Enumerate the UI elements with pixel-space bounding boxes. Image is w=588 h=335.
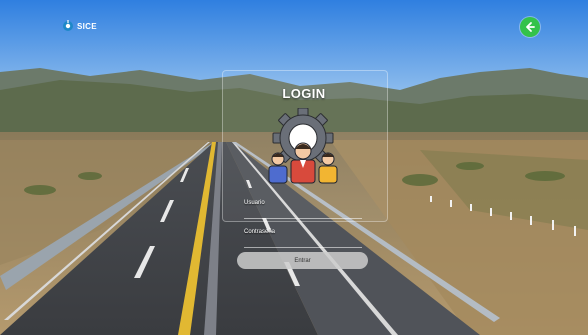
username-input[interactable]: [244, 208, 362, 218]
username-label: Usuario: [244, 200, 265, 206]
password-underline: [244, 247, 362, 248]
logo-text: SICE: [77, 21, 97, 31]
back-button[interactable]: [520, 17, 540, 37]
app-logo: SICE: [62, 20, 97, 32]
password-input[interactable]: [244, 237, 362, 247]
arrow-left-icon: [526, 22, 535, 32]
gear-users-icon: [268, 108, 338, 184]
username-underline: [244, 218, 362, 219]
login-title: LOGIN: [282, 86, 326, 101]
submit-button[interactable]: Entrar: [237, 252, 368, 269]
password-label: Contraseña: [244, 229, 276, 235]
login-screen: SICE LOGIN Usuario Contraseña Entrar: [0, 0, 588, 335]
logo-icon: [63, 20, 73, 31]
